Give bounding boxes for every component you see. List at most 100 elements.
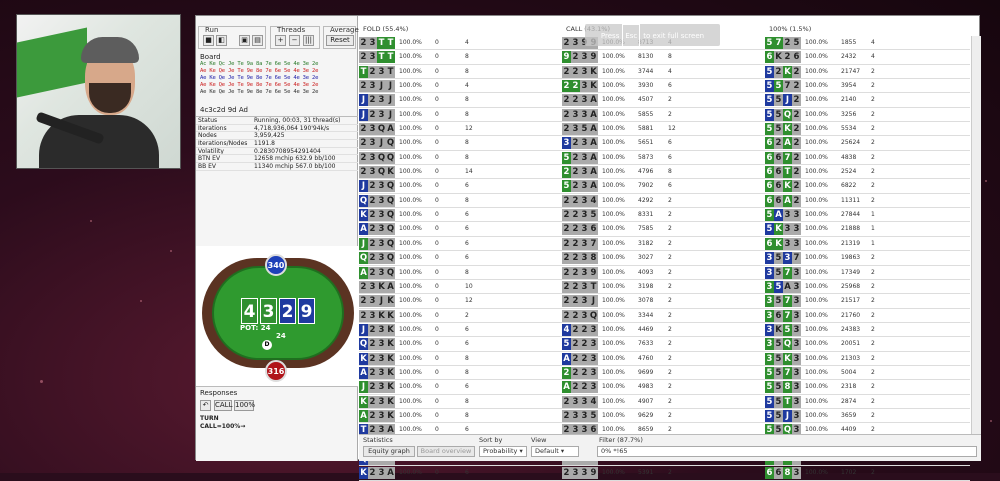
- vertical-scrollbar[interactable]: [971, 36, 981, 436]
- hand-row[interactable]: 3 5 Q 3 100.0% 20051 2: [765, 337, 970, 352]
- pct-button[interactable]: 100%: [234, 400, 255, 411]
- hand-row[interactable]: 2 3 T T 100.0% 0 4: [359, 36, 564, 51]
- board-grid-row[interactable]: Ae Ke Qe Je Te 9e 8e 7e 6e 5e 4e 3e 2e: [200, 68, 357, 75]
- remove-thread-button[interactable]: −: [289, 35, 300, 46]
- hand-row[interactable]: 2 2 3 A 100.0% 4796 8: [562, 165, 767, 180]
- hand-row[interactable]: 2 2 3 7 100.0% 3182 2: [562, 237, 767, 252]
- hand-row[interactable]: K 2 3 A 100.0% 0 6: [359, 466, 564, 481]
- board-grid-row[interactable]: Ae Ke Qe Je Te 9e 8e 7e 6e 5e 4e 3e 2e: [200, 89, 357, 96]
- hand-row[interactable]: 3 5 7 3 100.0% 17349 2: [765, 266, 970, 280]
- hand-row[interactable]: 9 2 3 9 100.0% 8130 8: [562, 50, 767, 65]
- hand-row[interactable]: 5 5 7 3 100.0% 5004 2: [765, 366, 970, 381]
- hand-row[interactable]: 2 2 3 K 100.0% 3744 4: [562, 65, 767, 80]
- stop-button[interactable]: ■: [203, 35, 214, 46]
- hand-row[interactable]: Q 2 3 Q 100.0% 0 6: [359, 251, 564, 266]
- hand-row[interactable]: 2 3 Q Q 100.0% 0 8: [359, 151, 564, 166]
- hand-row[interactable]: K 2 3 Q 100.0% 0 6: [359, 208, 564, 223]
- fold-column-header[interactable]: FOLD (55.4%): [363, 25, 408, 33]
- hand-row[interactable]: 5 5 8 3 100.0% 2318 2: [765, 380, 970, 395]
- hand-row[interactable]: 2 2 3 4 100.0% 4292 2: [562, 194, 767, 209]
- hand-row[interactable]: J 2 3 K 100.0% 0 6: [359, 380, 564, 395]
- hand-row[interactable]: 2 2 3 K 100.0% 3930 6: [562, 79, 767, 94]
- hand-row[interactable]: A 2 3 Q 100.0% 0 6: [359, 222, 564, 237]
- reset-button[interactable]: Reset: [326, 35, 354, 46]
- hand-row[interactable]: 5 7 2 5 100.0% 1855 4: [765, 36, 970, 51]
- hand-row[interactable]: 2 3 J K 100.0% 0 12: [359, 294, 564, 309]
- board-grid-row[interactable]: Ac Ke Qc Je Te 9a 8a 7e 6e 5e 4e 3e 2e: [200, 61, 357, 68]
- hand-row[interactable]: 2 3 J J 100.0% 0 4: [359, 79, 564, 94]
- hand-row[interactable]: 6 6 8 3 100.0% 1702 2: [765, 466, 970, 481]
- hand-row[interactable]: 4 2 2 3 100.0% 4469 2: [562, 323, 767, 338]
- hand-row[interactable]: 5 5 T 3 100.0% 2874 2: [765, 395, 970, 409]
- hand-row[interactable]: 5 5 J 3 100.0% 3659 2: [765, 409, 970, 424]
- hand-row[interactable]: 2 3 3 4 100.0% 4907 2: [562, 395, 767, 409]
- hand-row[interactable]: K 2 3 K 100.0% 0 8: [359, 352, 564, 366]
- hand-row[interactable]: 2 2 3 8 100.0% 3027 2: [562, 251, 767, 266]
- sortby-select[interactable]: Probability ▾: [479, 446, 527, 457]
- hand-row[interactable]: A 2 3 Q 100.0% 0 8: [359, 266, 564, 280]
- view-select[interactable]: Default ▾: [531, 446, 579, 457]
- hand-row[interactable]: A 2 2 3 100.0% 4983 2: [562, 380, 767, 395]
- hand-row[interactable]: K 2 3 K 100.0% 0 8: [359, 395, 564, 409]
- hand-row[interactable]: 2 3 T T 100.0% 0 8: [359, 50, 564, 65]
- hand-row[interactable]: 2 3 3 A 100.0% 5855 2: [562, 108, 767, 123]
- add-thread-button[interactable]: +: [275, 35, 286, 46]
- hand-row[interactable]: 2 2 2 3 100.0% 9699 2: [562, 366, 767, 381]
- undo-icon[interactable]: ↶: [200, 400, 211, 411]
- hand-row[interactable]: 6 6 T 2 100.0% 2524 2: [765, 165, 970, 180]
- hand-row[interactable]: 5 5 J 2 100.0% 2140 2: [765, 93, 970, 108]
- hand-row[interactable]: A 2 2 3 100.0% 4760 2: [562, 352, 767, 366]
- hand-row[interactable]: A 2 3 K 100.0% 0 8: [359, 366, 564, 381]
- hand-row[interactable]: 5 5 K 2 100.0% 5534 2: [765, 122, 970, 137]
- board-grid-row[interactable]: Ae Ke Qe Je Te 9e 8e 7e 6e 5e 4e 3e 2e: [200, 75, 357, 82]
- filter-input[interactable]: 0% *!65: [597, 446, 977, 457]
- hand-row[interactable]: 2 2 3 Q 100.0% 3344 2: [562, 309, 767, 323]
- hand-row[interactable]: 3 5 3 7 100.0% 19863 2: [765, 251, 970, 266]
- hand-row[interactable]: 5 5 7 2 100.0% 3954 2: [765, 79, 970, 94]
- hand-row[interactable]: 6 6 A 2 100.0% 11311 2: [765, 194, 970, 209]
- hand-row[interactable]: 3 5 A 3 100.0% 25968 2: [765, 280, 970, 295]
- hand-row[interactable]: 2 3 3 5 100.0% 9629 2: [562, 409, 767, 424]
- raise-column-header[interactable]: 100% (1.5%): [769, 25, 811, 33]
- save-button[interactable]: ▣: [239, 35, 250, 46]
- hand-row[interactable]: 6 K 3 3 100.0% 21319 1: [765, 237, 970, 252]
- hand-row[interactable]: A 2 3 K 100.0% 0 8: [359, 409, 564, 424]
- call-button[interactable]: CALL: [214, 400, 232, 411]
- hand-row[interactable]: J 2 3 J 100.0% 0 8: [359, 93, 564, 108]
- hand-row[interactable]: 3 6 7 3 100.0% 21760 2: [765, 309, 970, 323]
- hand-row[interactable]: 3 5 7 3 100.0% 21517 2: [765, 294, 970, 309]
- board-overview-button[interactable]: Board overview: [417, 446, 475, 457]
- hand-row[interactable]: 2 3 J Q 100.0% 0 8: [359, 136, 564, 151]
- hand-row[interactable]: 2 3 Q A 100.0% 0 12: [359, 122, 564, 137]
- hand-row[interactable]: Q 2 3 K 100.0% 0 6: [359, 337, 564, 352]
- hand-row[interactable]: J 2 3 K 100.0% 0 6: [359, 323, 564, 338]
- hand-row[interactable]: 6 6 K 2 100.0% 6822 2: [765, 179, 970, 194]
- hand-row[interactable]: J 2 3 Q 100.0% 0 6: [359, 179, 564, 194]
- hand-row[interactable]: 2 2 3 A 100.0% 4507 2: [562, 93, 767, 108]
- hand-row[interactable]: J 2 3 Q 100.0% 0 6: [359, 237, 564, 252]
- hand-row[interactable]: 5 5 Q 2 100.0% 3256 2: [765, 108, 970, 123]
- hand-row[interactable]: J 2 3 J 100.0% 0 8: [359, 108, 564, 123]
- open-button[interactable]: ▤: [252, 35, 263, 46]
- hand-row[interactable]: 2 3 3 9 100.0% 5391 2: [562, 466, 767, 481]
- hand-row[interactable]: 5 K 3 3 100.0% 21888 1: [765, 222, 970, 237]
- hand-row[interactable]: T 2 3 T 100.0% 0 8: [359, 65, 564, 80]
- hand-row[interactable]: 3 K 5 3 100.0% 24383 2: [765, 323, 970, 338]
- hand-row[interactable]: 5 A 3 3 100.0% 27844 1: [765, 208, 970, 223]
- hand-row[interactable]: Q 2 3 Q 100.0% 0 8: [359, 194, 564, 209]
- hand-row[interactable]: 3 5 K 3 100.0% 21303 2: [765, 352, 970, 366]
- hand-row[interactable]: 2 3 K A 100.0% 0 10: [359, 280, 564, 295]
- hand-row[interactable]: 6 2 A 2 100.0% 25624 2: [765, 136, 970, 151]
- hand-row[interactable]: 5 2 3 A 100.0% 5873 6: [562, 151, 767, 166]
- hand-row[interactable]: 5 2 3 A 100.0% 7902 6: [562, 179, 767, 194]
- equity-graph-button[interactable]: Equity graph: [363, 446, 415, 457]
- thread-slider[interactable]: |||: [303, 35, 314, 46]
- hand-row[interactable]: 2 3 5 A 100.0% 5881 12: [562, 122, 767, 137]
- hand-row[interactable]: 2 2 3 9 100.0% 4093 2: [562, 266, 767, 280]
- hand-row[interactable]: 2 2 3 T 100.0% 3198 2: [562, 280, 767, 295]
- board-card-grid[interactable]: Ac Ke Qc Je Te 9a 8a 7e 6e 5e 4e 3e 2e A…: [200, 61, 357, 105]
- hand-row[interactable]: 2 3 Q K 100.0% 0 14: [359, 165, 564, 180]
- board-grid-row[interactable]: Ae Ke Qe Je Te 9e 8e 7e 6e 5e 4e 3e 2e: [200, 82, 357, 89]
- hand-row[interactable]: 5 2 K 2 100.0% 21747 2: [765, 65, 970, 80]
- pause-button[interactable]: ◧: [216, 35, 227, 46]
